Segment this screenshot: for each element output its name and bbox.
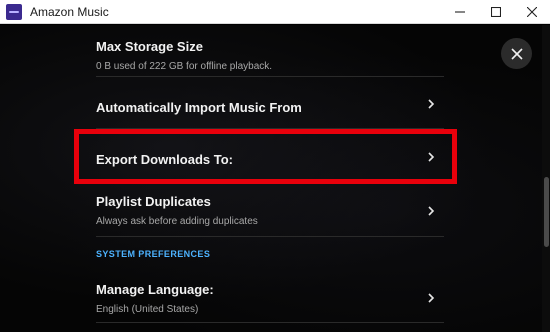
- window-close-button[interactable]: [514, 0, 550, 24]
- settings-content: Max Storage Size 0 B used of 222 GB for …: [0, 25, 550, 332]
- setting-title: Playlist Duplicates: [96, 194, 211, 209]
- setting-subtitle: Always ask before adding duplicates: [96, 216, 258, 227]
- window-controls: [442, 0, 550, 24]
- maximize-button[interactable]: [478, 0, 514, 24]
- minimize-icon: [455, 10, 465, 13]
- setting-manage-language[interactable]: Manage Language: English (United States): [96, 271, 444, 323]
- chevron-right-icon: [426, 204, 436, 216]
- setting-title: Automatically Import Music From: [96, 100, 302, 115]
- chevron-right-icon: [426, 291, 436, 303]
- section-header-system-preferences: SYSTEM PREFERENCES: [96, 249, 211, 259]
- window-title: Amazon Music: [30, 4, 109, 19]
- maximize-icon: [491, 6, 501, 17]
- amazon-music-app-icon: [6, 3, 22, 20]
- close-settings-button[interactable]: [501, 38, 532, 69]
- setting-title: Max Storage Size: [96, 39, 203, 54]
- window-titlebar: Amazon Music: [0, 0, 550, 24]
- minimize-button[interactable]: [442, 0, 478, 24]
- setting-automatically-import-music[interactable]: Automatically Import Music From: [96, 77, 444, 129]
- chevron-right-icon: [426, 97, 436, 109]
- setting-subtitle: English (United States): [96, 304, 199, 315]
- scrollbar-thumb[interactable]: [544, 177, 549, 247]
- setting-max-storage-size[interactable]: Max Storage Size 0 B used of 222 GB for …: [96, 25, 444, 77]
- setting-subtitle: 0 B used of 222 GB for offline playback.: [96, 61, 273, 72]
- setting-playlist-duplicates[interactable]: Playlist Duplicates Always ask before ad…: [96, 183, 444, 237]
- close-icon: [527, 6, 537, 17]
- setting-title: Manage Language:: [96, 282, 214, 297]
- close-icon: [510, 47, 523, 60]
- highlight-box: [74, 129, 457, 184]
- scrollbar-track[interactable]: [542, 25, 550, 332]
